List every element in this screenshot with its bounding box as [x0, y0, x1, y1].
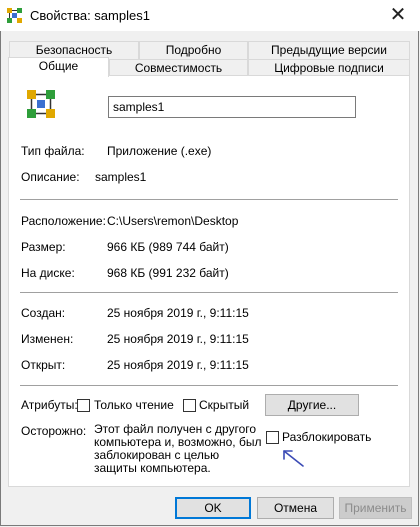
opened-value: 25 ноября 2019 г., 9:11:15 [107, 358, 249, 372]
file-name-field[interactable]: samples1 [108, 96, 356, 118]
readonly-label[interactable]: Только чтение [94, 398, 174, 412]
created-label: Создан: [21, 306, 66, 320]
opened-label: Открыт: [21, 358, 66, 372]
close-icon: ✕ [389, 4, 407, 26]
arrow-pointer-icon [283, 450, 304, 467]
disk-size-value: 968 КБ (991 232 байт) [107, 266, 229, 280]
app-file-icon [27, 90, 55, 118]
tab-label: Общие [38, 59, 79, 73]
hidden-label[interactable]: Скрытый [199, 398, 249, 412]
ok-button[interactable]: OK [175, 497, 251, 519]
size-value: 966 КБ (989 744 байт) [107, 240, 229, 254]
title-bar: Свойства: samples1 ✕ [0, 0, 420, 31]
disk-size-label: На диске: [21, 266, 75, 280]
caution-text: Этот файл получен с другого компьютера и… [94, 422, 262, 475]
created-value: 25 ноября 2019 г., 9:11:15 [107, 306, 249, 320]
window-title: Свойства: samples1 [30, 8, 150, 23]
apply-button[interactable]: Применить [339, 497, 412, 519]
tab-general[interactable]: Общие [8, 57, 109, 77]
separator [20, 199, 398, 200]
file-type-label: Тип файла: [21, 144, 85, 158]
description-value: samples1 [95, 170, 147, 184]
separator [20, 292, 398, 293]
attributes-label: Атрибуты: [21, 398, 78, 412]
location-value: C:\Users\remon\Desktop [107, 214, 239, 228]
tab-label: Подробно [165, 43, 222, 57]
unblock-checkbox[interactable] [266, 431, 279, 444]
tab-label: Безопасность [35, 43, 113, 57]
description-label: Описание: [21, 170, 80, 184]
app-file-icon [7, 8, 22, 23]
modified-label: Изменен: [21, 332, 74, 346]
readonly-checkbox[interactable] [77, 399, 90, 412]
separator [20, 385, 398, 386]
cancel-button[interactable]: Отмена [257, 497, 334, 519]
tab-details[interactable]: Подробно [139, 41, 248, 59]
close-button[interactable]: ✕ [376, 0, 420, 31]
tab-label: Цифровые подписи [274, 61, 384, 75]
caution-label: Осторожно: [21, 424, 87, 438]
advanced-attributes-button[interactable]: Другие... [265, 394, 359, 416]
size-label: Размер: [21, 240, 66, 254]
tab-previous-versions[interactable]: Предыдущие версии [248, 41, 410, 59]
location-label: Расположение: [21, 214, 106, 228]
modified-value: 25 ноября 2019 г., 9:11:15 [107, 332, 249, 346]
file-type-value: Приложение (.exe) [107, 144, 212, 158]
hidden-checkbox[interactable] [183, 399, 196, 412]
tab-label: Совместимость [134, 61, 223, 75]
unblock-label[interactable]: Разблокировать [282, 430, 371, 444]
tab-label: Предыдущие версии [271, 43, 387, 57]
